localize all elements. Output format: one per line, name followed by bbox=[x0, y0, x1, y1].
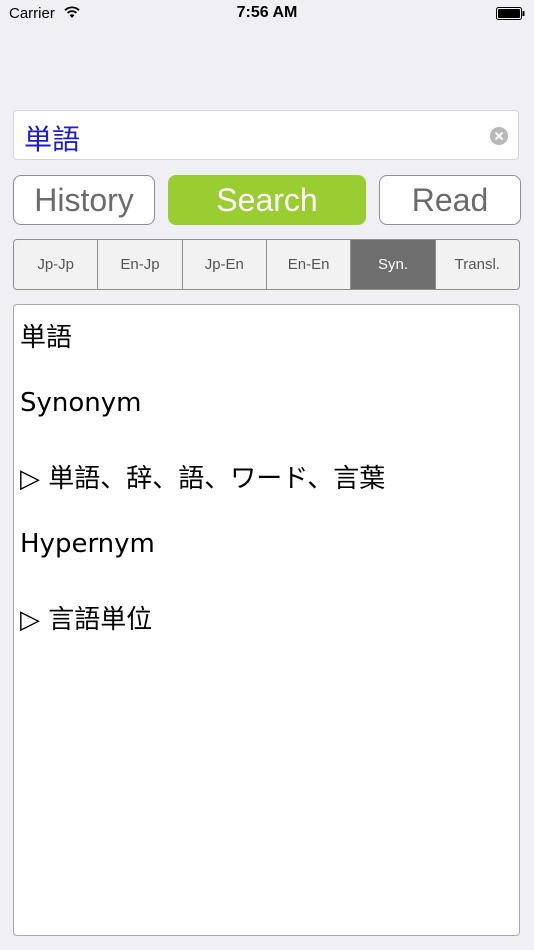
synonym-heading: Synonym bbox=[20, 388, 142, 418]
history-button[interactable]: History bbox=[13, 175, 155, 225]
search-input[interactable]: 単語 bbox=[24, 118, 80, 158]
segment-translation[interactable]: Transl. bbox=[434, 240, 519, 289]
result-headword: 単語 bbox=[20, 323, 73, 353]
hypernym-list: ▷ 言語単位 bbox=[20, 605, 153, 635]
hypernym-heading: Hypernym bbox=[20, 529, 155, 559]
segment-en-en[interactable]: En-En bbox=[265, 240, 350, 289]
segment-jp-jp[interactable]: Jp-Jp bbox=[14, 240, 97, 289]
result-pane[interactable]: 単語 Synonym ▷ 単語、辞、語、ワード、言葉 Hypernym ▷ 言語… bbox=[13, 304, 520, 936]
search-field[interactable]: 単語 bbox=[13, 110, 519, 160]
battery-icon bbox=[496, 7, 525, 20]
synonym-list: ▷ 単語、辞、語、ワード、言葉 bbox=[20, 464, 386, 494]
read-button[interactable]: Read bbox=[379, 175, 521, 225]
segment-en-jp[interactable]: En-Jp bbox=[97, 240, 181, 289]
clock: 7:56 AM bbox=[236, 4, 298, 21]
status-bar: Carrier 7:56 AM bbox=[0, 0, 534, 28]
clear-icon[interactable] bbox=[490, 127, 508, 145]
dictionary-selector: Jp-Jp En-Jp Jp-En En-En Syn. Transl. bbox=[13, 239, 520, 290]
segment-synonyms[interactable]: Syn. bbox=[350, 240, 435, 289]
search-button[interactable]: Search bbox=[168, 175, 366, 225]
segment-jp-en[interactable]: Jp-En bbox=[181, 240, 266, 289]
